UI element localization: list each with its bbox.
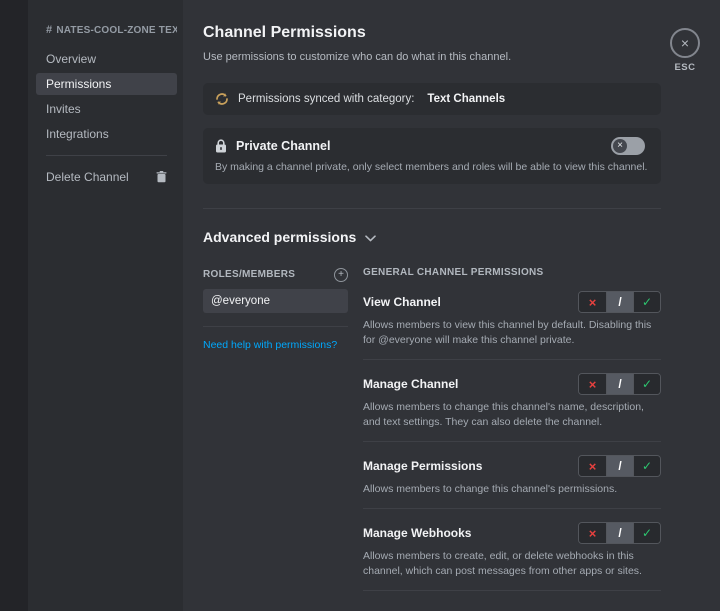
- permission-row-manage-permissions: Manage Permissions × / ✓ Allows members …: [363, 455, 661, 509]
- deny-x-icon: ×: [589, 296, 597, 309]
- permission-name: Manage Permissions: [363, 459, 482, 473]
- permission-name: Manage Webhooks: [363, 526, 471, 540]
- page-subtitle: Use permissions to customize who can do …: [203, 51, 660, 63]
- permission-toggle-group: × / ✓: [578, 522, 661, 544]
- close-settings: × ESC: [667, 28, 703, 73]
- role-item-everyone[interactable]: @everyone: [203, 289, 348, 313]
- divider: [363, 590, 661, 591]
- sidebar-divider: [46, 155, 167, 156]
- sync-banner-text: Permissions synced with category:: [238, 93, 414, 105]
- passthrough-button[interactable]: /: [606, 456, 633, 476]
- allow-button[interactable]: ✓: [633, 523, 660, 543]
- permission-name: View Channel: [363, 295, 441, 309]
- permission-toggle-group: × / ✓: [578, 373, 661, 395]
- roles-members-header: ROLES/MEMBERS: [203, 269, 295, 280]
- check-icon: ✓: [642, 527, 652, 539]
- permission-description: Allows members to change this channel's …: [363, 400, 655, 430]
- lock-icon: [215, 139, 227, 153]
- permissions-synced-banner: Permissions synced with category: Text Ch…: [203, 83, 661, 115]
- permission-description: Allows members to create, edit, or delet…: [363, 549, 655, 579]
- esc-label: ESC: [674, 62, 695, 73]
- sidebar-item-integrations[interactable]: Integrations: [36, 123, 177, 145]
- sync-icon: [215, 92, 229, 106]
- slash-icon: /: [618, 527, 621, 539]
- sidebar-item-invites[interactable]: Invites: [36, 98, 177, 120]
- chevron-down-icon: [365, 235, 376, 242]
- settings-sidebar: # NATES-COOL-ZONE TEXT CH. Overview Perm…: [28, 0, 183, 611]
- sidebar-item-label: Integrations: [46, 127, 109, 141]
- close-x-icon: ×: [681, 36, 689, 50]
- allow-button[interactable]: ✓: [633, 292, 660, 312]
- permissions-column: GENERAL CHANNEL PERMISSIONS View Channel…: [363, 267, 661, 611]
- add-role-button[interactable]: +: [334, 268, 348, 282]
- permissions-help-link[interactable]: Need help with permissions?: [203, 339, 337, 351]
- permission-description: Allows members to change this channel's …: [363, 482, 655, 497]
- sidebar-item-label: Permissions: [46, 77, 111, 91]
- passthrough-button[interactable]: /: [606, 523, 633, 543]
- slash-icon: /: [618, 460, 621, 472]
- passthrough-button[interactable]: /: [606, 292, 633, 312]
- divider: [363, 441, 661, 442]
- deny-x-icon: ×: [589, 378, 597, 391]
- discord-channel-settings-window: # NATES-COOL-ZONE TEXT CH. Overview Perm…: [0, 0, 720, 611]
- permission-row-view-channel: View Channel × / ✓ Allows members to vie…: [363, 291, 661, 360]
- permission-name: Manage Channel: [363, 377, 458, 391]
- channel-hash-icon: #: [46, 24, 52, 36]
- deny-button[interactable]: ×: [579, 292, 606, 312]
- sidebar-item-permissions[interactable]: Permissions: [36, 73, 177, 95]
- divider: [363, 508, 661, 509]
- sidebar-item-label: Invites: [46, 102, 81, 116]
- channel-name-header: # NATES-COOL-ZONE TEXT CH.: [36, 24, 177, 36]
- private-channel-card: Private Channel × By making a channel pr…: [203, 128, 661, 184]
- window-edge-strip: [0, 0, 28, 611]
- sync-banner-category: Text Channels: [427, 93, 505, 105]
- advanced-permissions-label: Advanced permissions: [203, 229, 356, 245]
- general-permissions-header: GENERAL CHANNEL PERMISSIONS: [363, 267, 661, 278]
- sidebar-item-label: Overview: [46, 52, 96, 66]
- permission-toggle-group: × / ✓: [578, 455, 661, 477]
- permission-description: Allows members to view this channel by d…: [363, 318, 655, 348]
- toggle-off-knob: ×: [613, 139, 627, 153]
- permission-row-manage-webhooks: Manage Webhooks × / ✓ Allows members to …: [363, 522, 661, 591]
- check-icon: ✓: [642, 460, 652, 472]
- delete-channel-button[interactable]: Delete Channel: [36, 166, 177, 188]
- allow-button[interactable]: ✓: [633, 456, 660, 476]
- channel-permissions-panel: Channel Permissions Use permissions to c…: [183, 0, 720, 611]
- private-channel-description: By making a channel private, only select…: [215, 161, 649, 173]
- permission-toggle-group: × / ✓: [578, 291, 661, 313]
- slash-icon: /: [618, 378, 621, 390]
- private-channel-label: Private Channel: [236, 139, 602, 153]
- toggle-x-icon: ×: [617, 141, 623, 151]
- section-divider: [203, 208, 661, 209]
- advanced-permissions-header[interactable]: Advanced permissions: [203, 229, 660, 245]
- advanced-permissions-body: ROLES/MEMBERS + @everyone Need help with…: [203, 267, 661, 611]
- deny-button[interactable]: ×: [579, 374, 606, 394]
- close-button[interactable]: ×: [670, 28, 700, 58]
- channel-name-label: NATES-COOL-ZONE TEXT CH.: [56, 25, 177, 36]
- delete-channel-label: Delete Channel: [46, 170, 129, 184]
- divider: [363, 359, 661, 360]
- deny-button[interactable]: ×: [579, 456, 606, 476]
- divider: [203, 326, 348, 327]
- deny-x-icon: ×: [589, 527, 597, 540]
- deny-x-icon: ×: [589, 460, 597, 473]
- trash-icon: [156, 171, 167, 183]
- private-channel-toggle[interactable]: ×: [611, 137, 645, 155]
- slash-icon: /: [618, 296, 621, 308]
- check-icon: ✓: [642, 296, 652, 308]
- deny-button[interactable]: ×: [579, 523, 606, 543]
- allow-button[interactable]: ✓: [633, 374, 660, 394]
- page-title: Channel Permissions: [203, 24, 660, 42]
- permission-row-manage-channel: Manage Channel × / ✓ Allows members to c…: [363, 373, 661, 442]
- passthrough-button[interactable]: /: [606, 374, 633, 394]
- check-icon: ✓: [642, 378, 652, 390]
- plus-icon: +: [338, 270, 344, 280]
- sidebar-item-overview[interactable]: Overview: [36, 48, 177, 70]
- role-name-label: @everyone: [211, 295, 270, 307]
- roles-members-column: ROLES/MEMBERS + @everyone Need help with…: [203, 267, 348, 611]
